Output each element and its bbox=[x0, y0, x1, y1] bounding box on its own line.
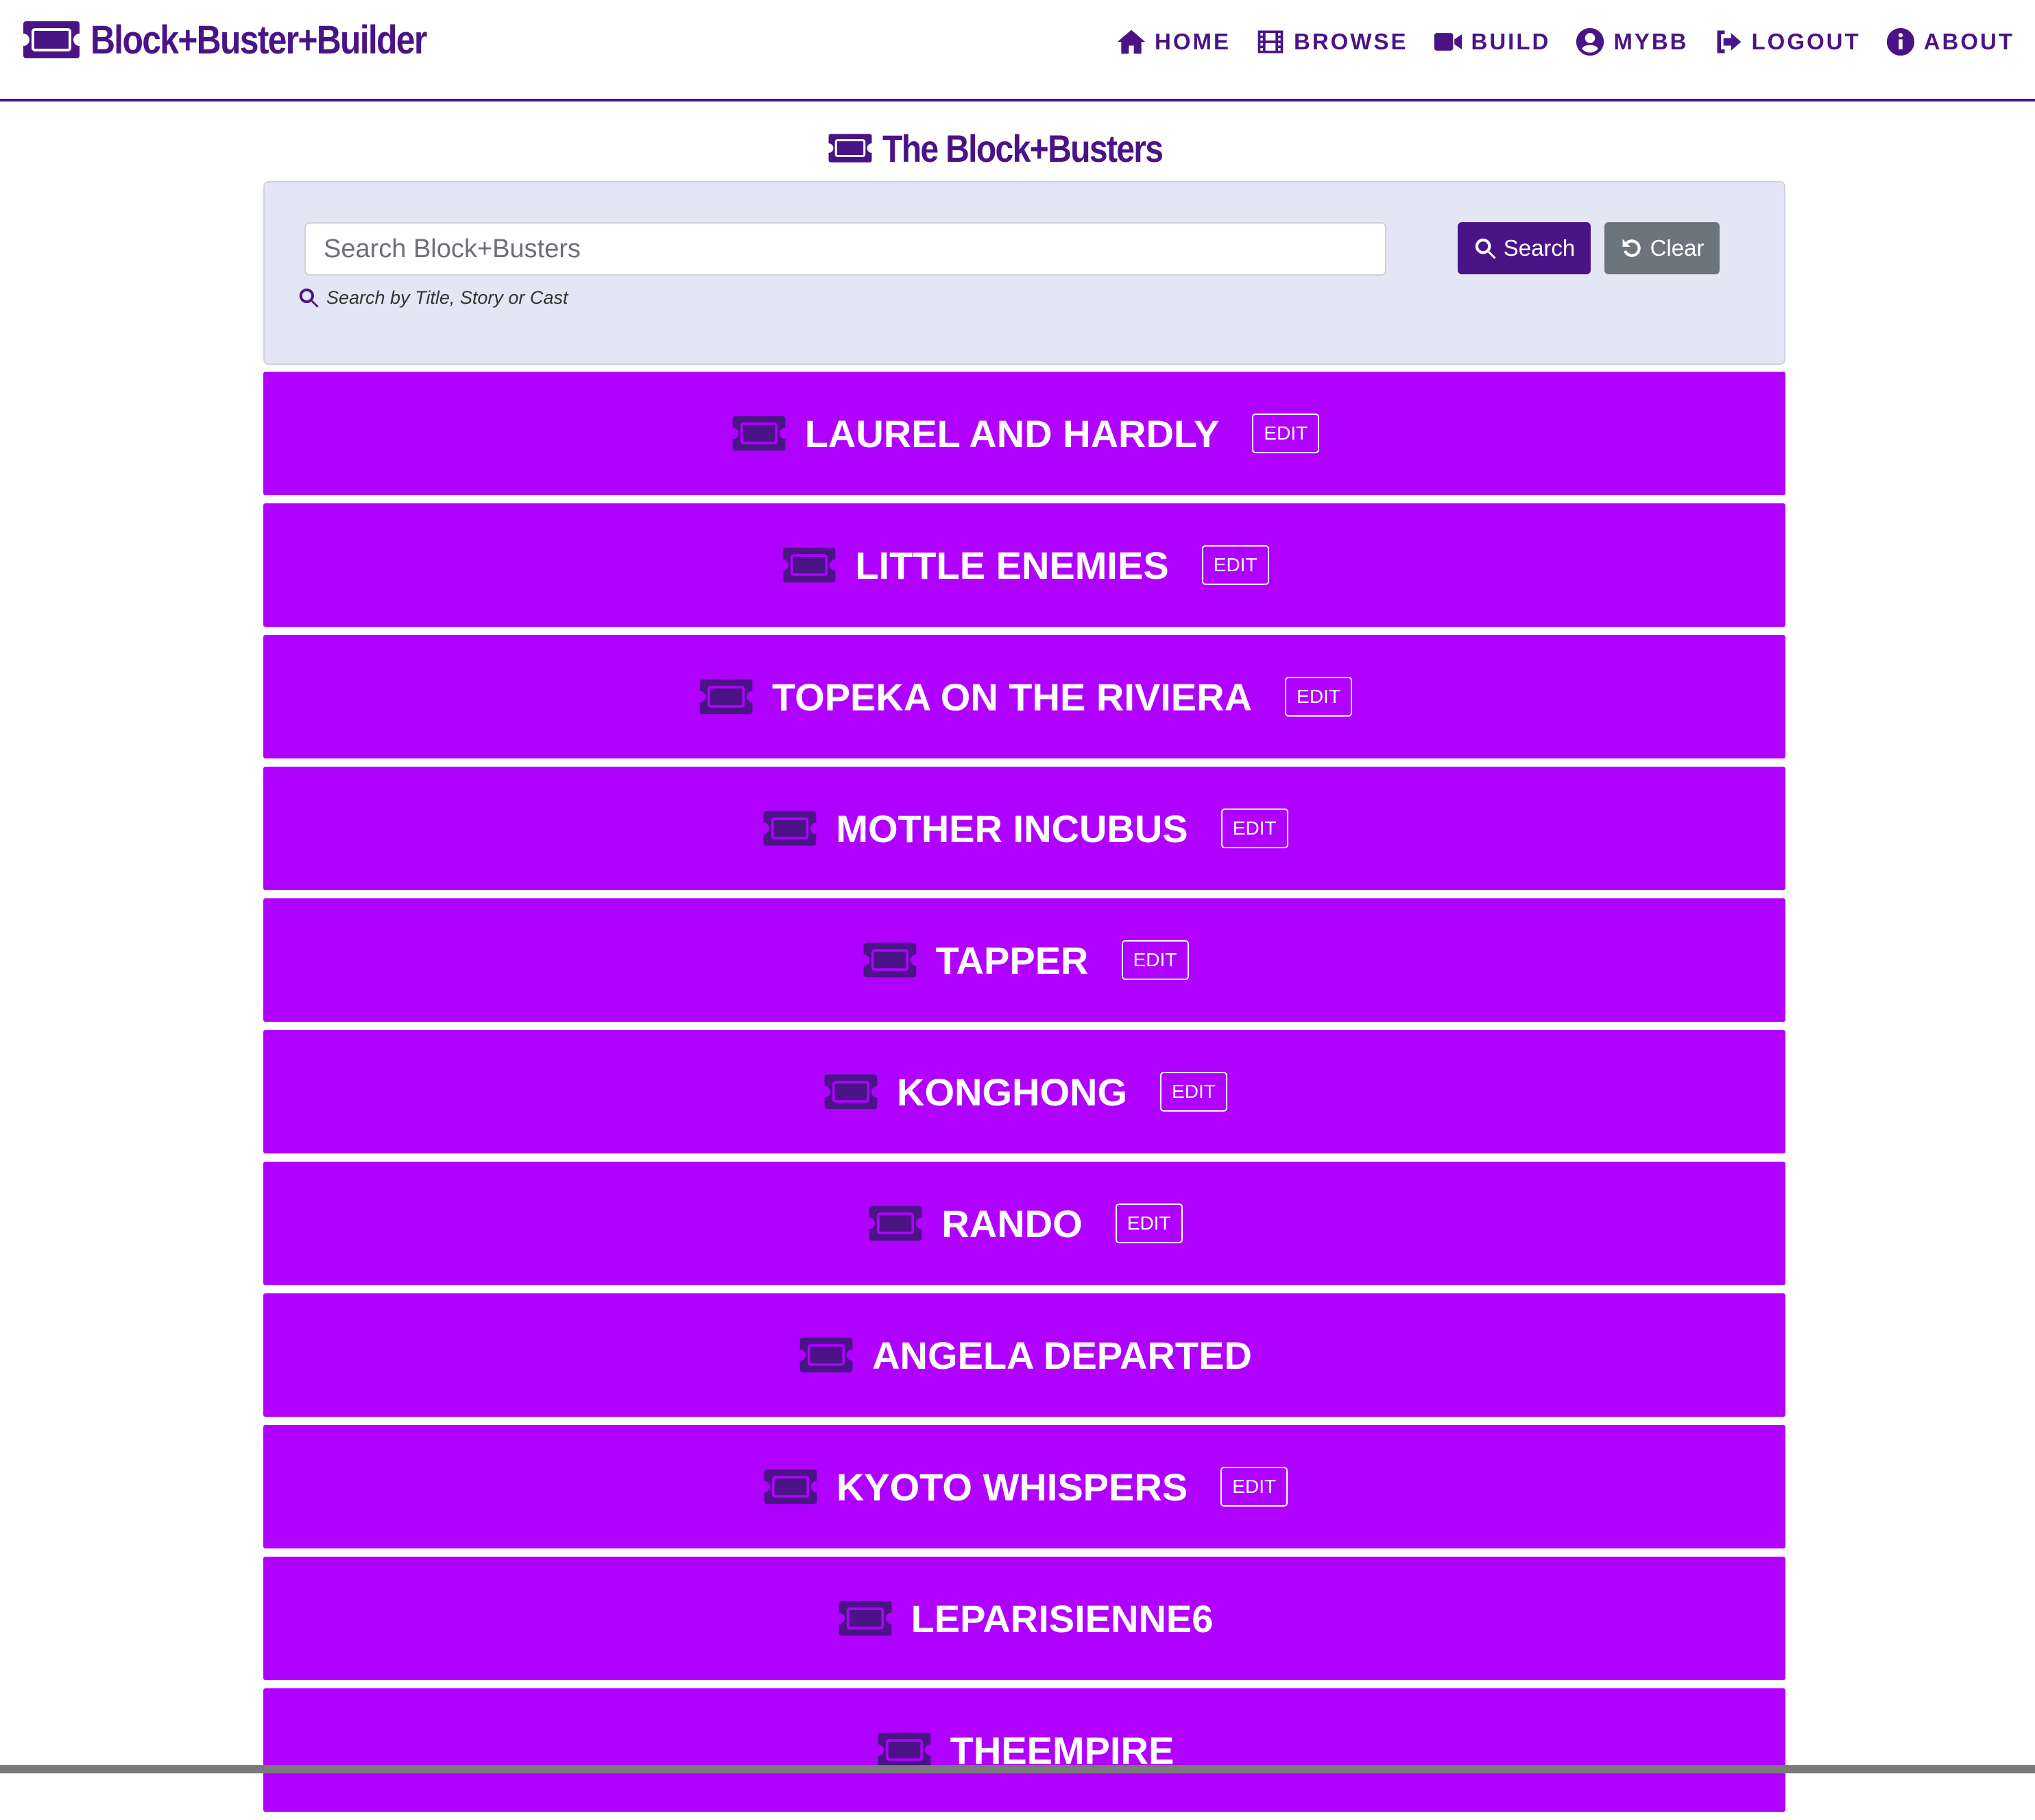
ticket-icon bbox=[699, 679, 753, 715]
search-icon bbox=[299, 288, 319, 308]
edit-button[interactable]: EDIT bbox=[1121, 940, 1189, 980]
nav-mybb[interactable]: MYBB bbox=[1575, 27, 1688, 57]
movie-title: MOTHER INCUBUS bbox=[836, 806, 1188, 850]
window-bottom-edge bbox=[0, 1765, 2035, 1773]
movie-title: ANGELA DEPARTED bbox=[872, 1333, 1252, 1377]
search-input[interactable] bbox=[304, 222, 1386, 276]
video-camera-icon bbox=[1434, 33, 1462, 51]
nav-label: HOME bbox=[1155, 29, 1231, 54]
nav-logout[interactable]: LOGOUT bbox=[1713, 27, 1861, 57]
ticket-icon bbox=[23, 21, 80, 58]
movie-card[interactable]: TAPPER EDIT bbox=[263, 898, 1785, 1022]
home-icon bbox=[1117, 29, 1146, 54]
movie-title: LAUREL AND HARDLY bbox=[804, 411, 1220, 455]
film-icon bbox=[1257, 30, 1284, 53]
movie-title: RANDO bbox=[941, 1201, 1083, 1245]
movie-list: LAUREL AND HARDLY EDIT LITTLE ENEMIES EDIT T… bbox=[263, 372, 1785, 1820]
edit-button[interactable]: EDIT bbox=[1285, 677, 1353, 717]
search-hint-text: Search by Title, Story or Cast bbox=[326, 287, 568, 308]
movie-card[interactable]: LEPARISIENNE6 bbox=[263, 1557, 1785, 1680]
nav-label: BUILD bbox=[1471, 29, 1551, 54]
ticket-icon bbox=[732, 416, 786, 451]
nav-label: LOGOUT bbox=[1751, 29, 1861, 54]
edit-button[interactable]: EDIT bbox=[1160, 1072, 1227, 1112]
movie-card[interactable]: ANGELA DEPARTED bbox=[263, 1293, 1785, 1417]
undo-icon bbox=[1622, 239, 1641, 257]
search-icon bbox=[1475, 238, 1496, 259]
page-title-text: The Block+Busters bbox=[882, 126, 1164, 170]
movie-card[interactable]: KYOTO WHISPERS EDIT bbox=[263, 1425, 1785, 1548]
movie-title: TAPPER bbox=[935, 938, 1089, 982]
movie-card[interactable]: MOTHER INCUBUS EDIT bbox=[263, 767, 1785, 890]
ticket-icon bbox=[839, 1601, 891, 1636]
brand-name: Block+Buster+Builder bbox=[91, 17, 427, 62]
edit-button[interactable]: EDIT bbox=[1252, 414, 1320, 453]
search-button[interactable]: Search bbox=[1458, 222, 1591, 274]
movie-card[interactable]: RANDO EDIT bbox=[263, 1162, 1785, 1285]
movie-title: TOPEKA ON THE RIVIERA bbox=[771, 675, 1253, 719]
movie-title: LEPARISIENNE6 bbox=[911, 1596, 1214, 1640]
movie-title: KYOTO WHISPERS bbox=[836, 1465, 1188, 1509]
movie-title: KONGHONG bbox=[897, 1070, 1127, 1114]
page-title: The Block+Busters bbox=[0, 121, 2035, 176]
ticket-icon bbox=[869, 1206, 922, 1241]
nav-about[interactable]: ABOUT bbox=[1886, 27, 2014, 57]
nav-build[interactable]: BUILD bbox=[1433, 27, 1551, 57]
ticket-icon bbox=[782, 547, 836, 583]
edit-button[interactable]: EDIT bbox=[1220, 809, 1288, 848]
user-circle-icon bbox=[1576, 27, 1604, 56]
top-navbar: Block+Buster+Builder HOME BROWSE BUILD M… bbox=[0, 0, 2035, 101]
nav-label: ABOUT bbox=[1923, 29, 2014, 54]
edit-button[interactable]: EDIT bbox=[1115, 1204, 1183, 1243]
nav-home[interactable]: HOME bbox=[1116, 27, 1231, 57]
ticket-icon bbox=[863, 942, 916, 978]
info-circle-icon bbox=[1886, 27, 1914, 56]
movie-card[interactable]: LITTLE ENEMIES EDIT bbox=[263, 503, 1785, 627]
clear-button[interactable]: Clear bbox=[1604, 222, 1720, 274]
movie-card[interactable]: LAUREL AND HARDLY EDIT bbox=[263, 372, 1785, 495]
edit-button[interactable]: EDIT bbox=[1220, 1467, 1288, 1507]
edit-button[interactable]: EDIT bbox=[1201, 545, 1269, 585]
search-button-label: Search bbox=[1503, 235, 1576, 261]
brand-logo[interactable]: Block+Buster+Builder bbox=[22, 12, 481, 67]
ticket-icon bbox=[764, 1469, 817, 1505]
sign-out-icon bbox=[1717, 30, 1741, 53]
nav-label: MYBB bbox=[1613, 29, 1689, 54]
movie-card[interactable]: THEEMPIRE bbox=[263, 1688, 1785, 1812]
ticket-icon bbox=[824, 1074, 878, 1110]
search-hint: Search by Title, Story or Cast bbox=[298, 287, 568, 309]
movie-title: LITTLE ENEMIES bbox=[855, 543, 1169, 587]
movie-card[interactable]: TOPEKA ON THE RIVIERA EDIT bbox=[263, 635, 1785, 758]
ticket-icon bbox=[763, 811, 817, 846]
main-nav: HOME BROWSE BUILD MYBB LOGOUT ABOUT bbox=[1092, 23, 2014, 60]
movie-card[interactable]: KONGHONG EDIT bbox=[263, 1030, 1785, 1153]
search-panel: Search by Title, Story or Cast Search Cl… bbox=[263, 181, 1785, 365]
ticket-icon bbox=[799, 1337, 853, 1373]
ticket-icon bbox=[878, 1732, 930, 1768]
nav-label: BROWSE bbox=[1294, 29, 1408, 54]
clear-button-label: Clear bbox=[1650, 235, 1705, 261]
nav-browse[interactable]: BROWSE bbox=[1255, 27, 1408, 57]
ticket-icon bbox=[828, 134, 872, 163]
